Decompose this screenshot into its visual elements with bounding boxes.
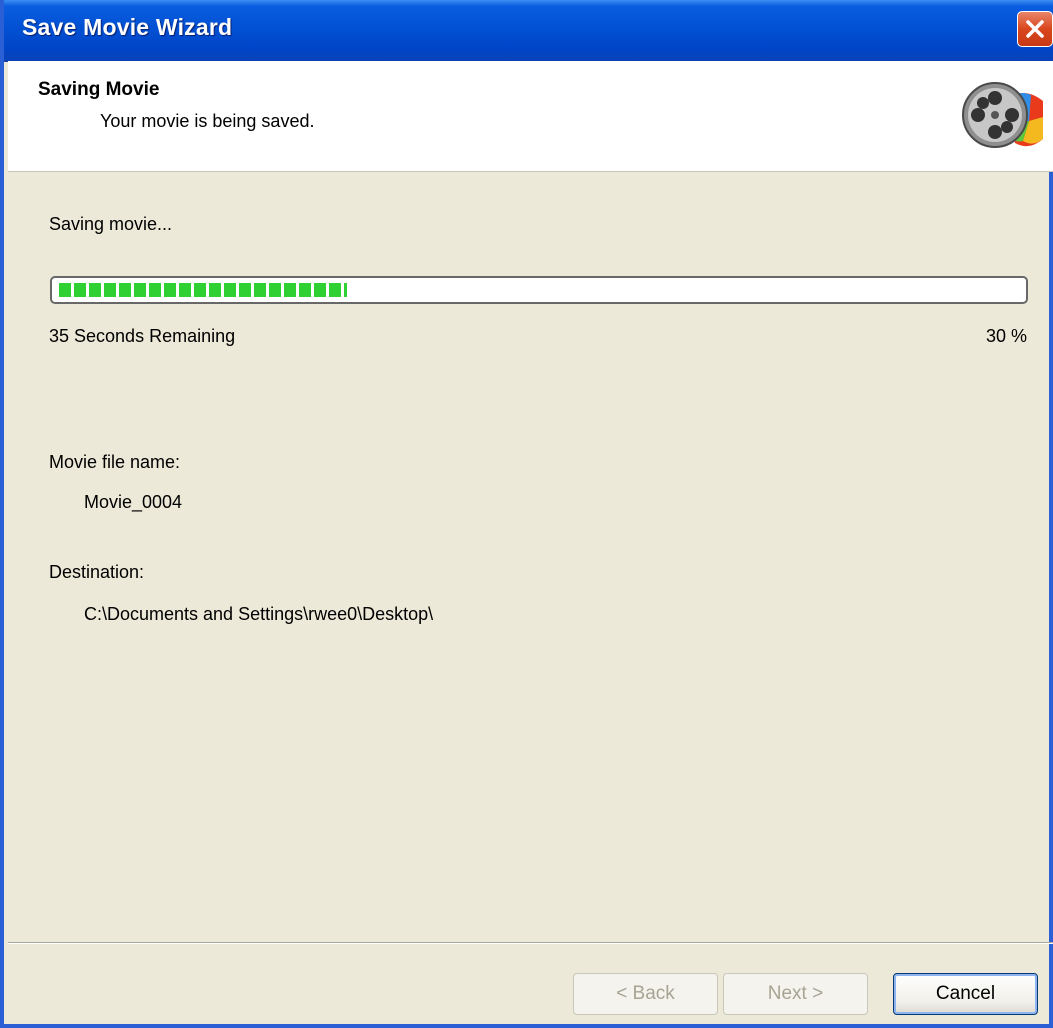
back-button[interactable]: < Back — [573, 973, 718, 1015]
wizard-header: Saving Movie Your movie is being saved. — [8, 61, 1053, 172]
progress-track — [59, 283, 1019, 297]
close-button[interactable] — [1017, 11, 1053, 47]
destination-value: C:\Documents and Settings\rwee0\Desktop\ — [84, 604, 434, 624]
progress-fill — [59, 283, 347, 297]
file-name-label: Movie file name: — [49, 452, 181, 472]
percent-complete: 30 % — [985, 326, 1027, 346]
header-title: Saving Movie — [38, 79, 160, 100]
file-name-value: Movie_0004 — [84, 492, 183, 512]
window-title: Save Movie Wizard — [22, 14, 233, 40]
wizard-content: Saving movie... 35 Seconds Remaining 30 … — [8, 172, 1053, 942]
close-icon — [1026, 20, 1044, 38]
save-progress-bar — [50, 276, 1028, 304]
title-bar[interactable]: Save Movie Wizard — [4, 0, 1053, 62]
next-button[interactable]: Next > — [723, 973, 868, 1015]
status-label: Saving movie... — [49, 214, 173, 234]
cancel-button[interactable]: Cancel — [893, 973, 1038, 1015]
header-subtitle: Your movie is being saved. — [100, 111, 315, 131]
movie-maker-film-reel-icon — [962, 82, 1043, 148]
time-remaining: 35 Seconds Remaining — [49, 326, 236, 346]
footer-separator — [8, 942, 1053, 944]
destination-label: Destination: — [49, 562, 145, 582]
wizard-window: Save Movie Wizard Saving Movie Your movi… — [0, 0, 1053, 1028]
